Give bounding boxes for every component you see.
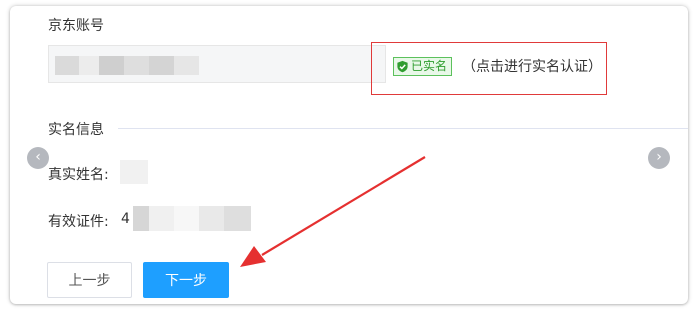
annotation-arrow-icon	[240, 156, 426, 267]
